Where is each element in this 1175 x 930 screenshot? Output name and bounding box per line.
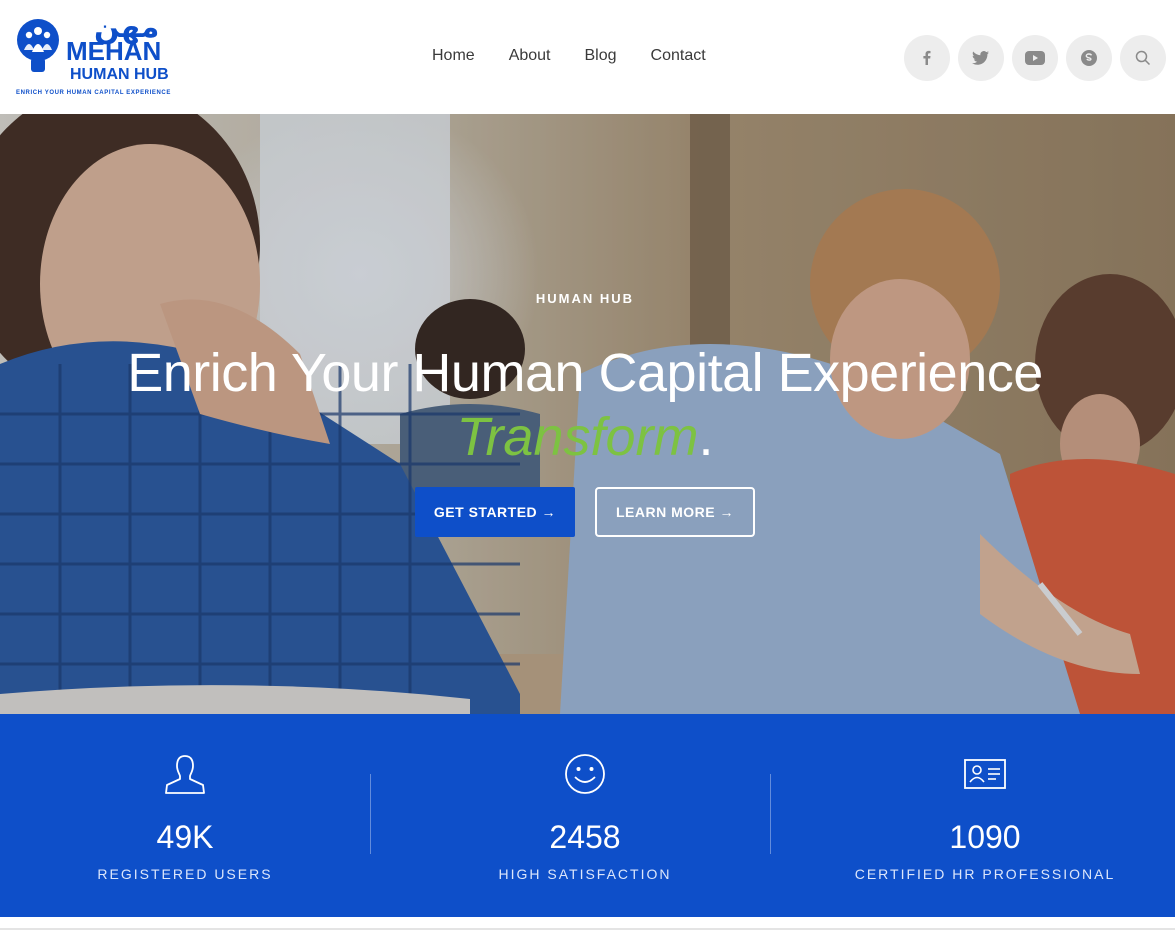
skype-button[interactable] [1066, 35, 1112, 81]
learn-more-button[interactable]: LEARN MORE → [595, 487, 755, 537]
brand-sub: HUMAN HUB [70, 66, 169, 83]
stat-divider [770, 774, 771, 854]
twitter-button[interactable] [958, 35, 1004, 81]
hero-subline: Transform. [0, 404, 1170, 470]
facebook-button[interactable] [904, 35, 950, 81]
search-button[interactable] [1120, 35, 1166, 81]
get-started-button[interactable]: GET STARTED → [415, 487, 575, 537]
youtube-button[interactable] [1012, 35, 1058, 81]
stat-registered-users: 49K REGISTERED USERS [0, 714, 370, 917]
nav-contact[interactable]: Contact [651, 44, 706, 68]
user-icon [165, 755, 205, 794]
skype-icon [1081, 50, 1097, 66]
hero-accent-suffix: . [698, 407, 714, 467]
stat-label: CERTIFIED HR PROFESSIONAL [854, 866, 1116, 882]
search-icon [1135, 50, 1151, 66]
brand-name: MEHAN [66, 36, 162, 66]
brand-tagline: ENRICH YOUR HUMAN CAPITAL EXPERIENCE [16, 90, 171, 96]
facebook-icon [923, 50, 931, 65]
nav-about[interactable]: About [509, 44, 551, 68]
stat-value: 49K [156, 819, 214, 855]
smiley-icon [565, 754, 605, 794]
stat-high-satisfaction: 2458 HIGH SATISFACTION [400, 714, 770, 917]
id-card-icon [964, 759, 1006, 789]
stat-value: 2458 [549, 819, 621, 855]
nav-home[interactable]: Home [432, 44, 475, 68]
hero-section: HUMAN HUB Enrich Your Human Capital Expe… [0, 114, 1175, 714]
nav-blog[interactable]: Blog [585, 44, 617, 68]
stat-divider [370, 774, 371, 854]
hero-eyebrow: HUMAN HUB [535, 291, 635, 306]
site-header: مهن MEHAN HUMAN HUB ENRICH YOUR HUMAN CA… [0, 0, 1175, 114]
hero-headline: Enrich Your Human Capital Experience [127, 343, 1043, 403]
stat-label: REGISTERED USERS [97, 866, 273, 882]
twitter-icon [972, 51, 989, 65]
youtube-icon [1025, 51, 1045, 65]
main-nav: Home About Blog Contact [432, 44, 740, 68]
stat-label: HIGH SATISFACTION [498, 866, 672, 882]
stats-section: 49K REGISTERED USERS 2458 HIGH SATISFACT… [0, 714, 1175, 917]
hero-accent-word: Transform [456, 407, 699, 467]
site-logo[interactable]: مهن MEHAN HUMAN HUB ENRICH YOUR HUMAN CA… [14, 10, 174, 100]
social-links [904, 35, 1174, 81]
stat-value: 1090 [949, 819, 1021, 855]
stat-certified-hr: 1090 CERTIFIED HR PROFESSIONAL [800, 714, 1170, 917]
